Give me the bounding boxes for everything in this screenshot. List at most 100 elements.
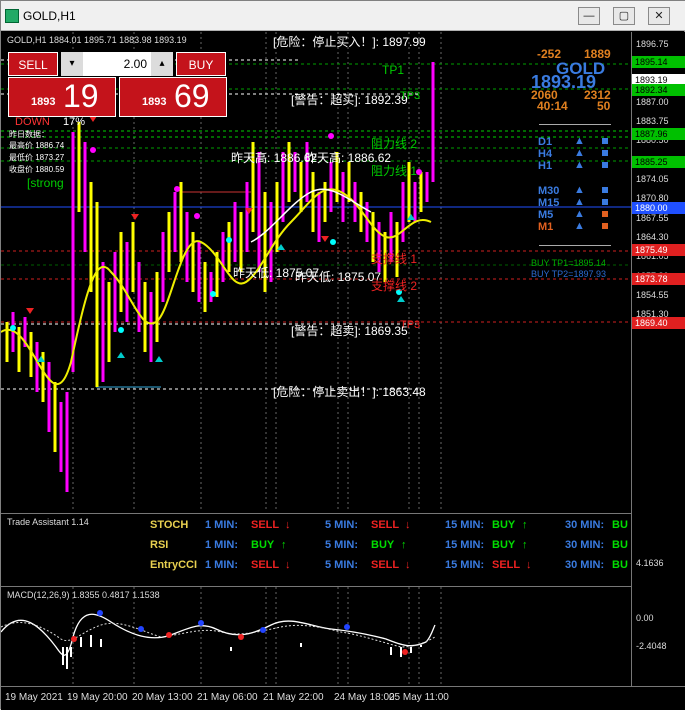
signal-value: BU [612,539,628,551]
maximize-button[interactable]: ▢ [613,7,635,25]
sell-price-box[interactable]: 1893 19 [8,77,116,117]
price-level-label: 1887.96 [632,128,685,140]
timeframe-1min: 1 MIN: [205,519,238,531]
yesterday-title: 昨日数据： [9,130,49,139]
macd-bottom-value: -2.4048 [636,641,667,651]
macd-top-value: 4.1636 [636,558,664,568]
signal-square-icon [602,199,608,205]
time-tick: 25 May 11:00 [389,692,449,703]
timeframe-label: M30 [538,185,560,197]
arrow-down-icon: ↓ [405,559,411,571]
price-level-label: 1869.40 [632,317,685,329]
macd-zero-value: 0.00 [636,613,654,623]
price-tick: 1867.55 [636,213,669,223]
arrow-up-icon: ↑ [522,519,528,531]
price-chart[interactable]: GOLD,H1 1884.01 1895.71 1883.98 1893.19 … [1,32,631,512]
down-percent: 17% [63,116,86,128]
signal-value: BUY [251,539,275,551]
timeframe-1min: 1 MIN: [205,539,238,551]
trend-up-icon: ▲ [574,196,585,208]
price-tick: 1896.75 [636,39,669,49]
macd-canvas [1,587,442,687]
minimize-button[interactable]: — [578,7,600,25]
chart-icon [5,9,19,23]
timeframe-row: M1 ▲ [538,220,618,233]
chart-header: GOLD,H1 1884.01 1895.71 1883.98 1893.19 [7,35,187,45]
arrow-down-icon: ↓ [405,519,411,531]
support-1-label: 支撑线 1 [371,252,418,266]
price-tick: 1864.30 [636,232,669,242]
timeframe-5min: 5 MIN: [325,519,358,531]
strength-label: [strong [27,176,64,190]
down-label: DOWN [15,116,50,128]
buy-tp1-label: BUY TP1=1895.14 [531,258,606,268]
buy-price-small: 1893 [142,96,167,108]
trend-up-icon: ▲ [574,147,585,159]
time-tick: 24 May 18:00 [334,692,395,703]
tp3-label: TP3 [400,90,421,102]
trend-up-icon: ▲ [574,208,585,220]
yesterday-close: 收盘价 1880.59 [9,165,65,174]
time-tick: 19 May 2021 [5,692,63,703]
signal-square-icon [602,150,608,156]
time-tick: 21 May 22:00 [263,692,324,703]
signal-value: SELL [492,559,521,571]
arrow-up-icon: ↑ [281,539,287,551]
signal-square-icon [602,223,608,229]
time-tick: 21 May 06:00 [197,692,258,703]
price-level-label: 1873.78 [632,273,685,285]
title-bar: GOLD,H1 — ▢ ✕ [1,1,685,31]
signal-square-icon [602,138,608,144]
signal-value: SELL [251,559,280,571]
price-tick: 1854.55 [636,290,669,300]
price-level-label: 1892.34 [632,84,685,96]
timeframe-30min: 30 MIN: [565,539,605,551]
info-value-5: 50 [597,99,611,113]
timeframe-label: M1 [538,221,554,233]
arrow-down-icon: ↓ [285,519,291,531]
signal-value: BU [612,559,628,571]
timeframe-1min: 1 MIN: [205,559,238,571]
trend-up-icon: ▲ [574,184,585,196]
timeframe-label: H4 [538,148,553,160]
timeframe-row: H1 ▲ [538,159,618,172]
lot-decrease-button[interactable]: ▾ [61,52,83,76]
timeframe-label: M5 [538,209,554,221]
indicator-name: STOCH [150,519,189,531]
signal-square-icon [602,211,608,217]
sell-button[interactable]: SELL [8,52,58,76]
timeframe-label: H1 [538,160,553,172]
resistance-1-label: 阻力线 1 [371,164,418,178]
timeframe-15min: 15 MIN: [445,519,485,531]
arrow-down-icon: ↓ [285,559,291,571]
close-button[interactable]: ✕ [648,7,670,25]
signal-square-icon [602,162,608,168]
time-axis[interactable]: 19 May 2021 19 May 20:00 20 May 13:00 21 Ma… [1,686,685,710]
price-level-label: 1880.00 [632,202,685,214]
signal-square-icon [602,187,608,193]
timeframe-30min: 30 MIN: [565,519,605,531]
trend-up-icon: ▲ [574,220,585,232]
lot-increase-button[interactable]: ▴ [151,52,173,76]
signal-value: SELL [251,519,280,531]
window-title: GOLD,H1 [23,9,76,23]
price-level-label: 1895.14 [632,56,685,68]
yesterday-low-label-2: 昨天低: 1875.07 [295,270,382,284]
lot-size-input[interactable]: 2.00 [83,52,151,76]
divider [539,245,611,246]
timeframe-5min: 5 MIN: [325,539,358,551]
price-tick: 1883.75 [636,116,669,126]
buy-price-box[interactable]: 1893 69 [119,77,227,117]
sell-price-big: 19 [63,78,99,114]
sell-price-small: 1893 [31,96,56,108]
divider [539,124,611,125]
timeframe-label: D1 [538,136,553,148]
signal-value: BUY [371,539,395,551]
price-axis[interactable]: 1896.751893.501890.251887.001883.751880.… [631,32,685,686]
buy-button[interactable]: BUY [176,52,226,76]
trend-up-icon: ▲ [574,159,585,171]
tp1-label: TP1 [382,63,405,77]
danger-stop-buy: [危险：停止买入！]: 1897.99 [273,35,426,49]
trade-assistant-panel[interactable]: Trade Assistant 1.14 STOCH 1 MIN: 5 MIN: 15… [1,513,631,585]
macd-panel[interactable]: MACD(12,26,9) 1.8355 0.4817 1.1538 [1,586,631,687]
